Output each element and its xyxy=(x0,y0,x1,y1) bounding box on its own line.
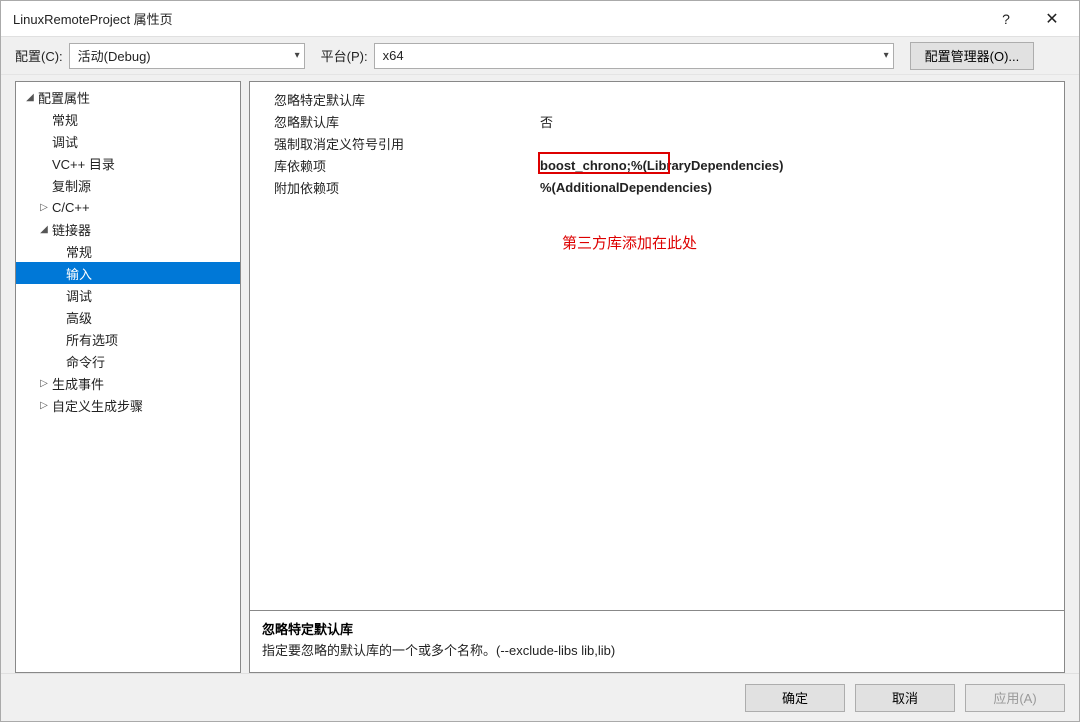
property-page-window: LinuxRemoteProject 属性页 ? ✕ 配置(C): 活动(Deb… xyxy=(0,0,1080,722)
tree-item-linker-general[interactable]: 常规 xyxy=(16,240,240,262)
tree-item-linker-advanced[interactable]: 高级 xyxy=(16,306,240,328)
caret-down-icon: ◢ xyxy=(38,224,50,235)
prop-row-additional-deps[interactable]: 附加依赖项 %(AdditionalDependencies) xyxy=(250,176,1064,198)
prop-row-force-undef[interactable]: 强制取消定义符号引用 xyxy=(250,132,1064,154)
tree-item-copy-source[interactable]: 复制源 xyxy=(16,174,240,196)
apply-button[interactable]: 应用(A) xyxy=(965,684,1065,712)
description-title: 忽略特定默认库 xyxy=(262,619,1052,638)
main-area: ◢配置属性 常规 调试 VC++ 目录 复制源 ▷C/C++ ◢链接器 常规 输… xyxy=(1,75,1079,673)
tree-item-linker-all[interactable]: 所有选项 xyxy=(16,328,240,350)
annotation-text: 第三方库添加在此处 xyxy=(562,232,697,253)
tree-item-ccpp[interactable]: ▷C/C++ xyxy=(16,196,240,218)
tree-item-linker-cmdline[interactable]: 命令行 xyxy=(16,350,240,372)
window-title: LinuxRemoteProject 属性页 xyxy=(13,9,983,28)
platform-label: 平台(P): xyxy=(321,46,368,65)
platform-value: x64 xyxy=(383,48,878,63)
chevron-down-icon: ▾ xyxy=(884,50,889,61)
prop-row-ignore-specific[interactable]: 忽略特定默认库 xyxy=(250,88,1064,110)
tree-item-linker-input[interactable]: 输入 xyxy=(16,262,240,284)
right-panel: 忽略特定默认库 忽略默认库 否 强制取消定义符号引用 库依赖项 boost_ch… xyxy=(249,81,1065,673)
tree-item-vcpp-dirs[interactable]: VC++ 目录 xyxy=(16,152,240,174)
platform-dropdown[interactable]: x64 ▾ xyxy=(374,43,894,69)
tree-item-custom-build[interactable]: ▷自定义生成步骤 xyxy=(16,394,240,416)
config-dropdown[interactable]: 活动(Debug) ▾ xyxy=(69,43,305,69)
tree-item-linker-debug[interactable]: 调试 xyxy=(16,284,240,306)
config-manager-button[interactable]: 配置管理器(O)... xyxy=(910,42,1035,70)
ok-button[interactable]: 确定 xyxy=(745,684,845,712)
description-text: 指定要忽略的默认库的一个或多个名称。(--exclude-libs lib,li… xyxy=(262,640,1052,659)
prop-row-lib-deps[interactable]: 库依赖项 boost_chrono;%(LibraryDependencies) xyxy=(250,154,1064,176)
footer: 确定 取消 应用(A) xyxy=(1,673,1079,721)
caret-down-icon: ◢ xyxy=(24,92,36,103)
prop-row-ignore-default[interactable]: 忽略默认库 否 xyxy=(250,110,1064,132)
caret-right-icon: ▷ xyxy=(38,202,50,213)
help-button[interactable]: ? xyxy=(983,4,1029,34)
tree-item-build-events[interactable]: ▷生成事件 xyxy=(16,372,240,394)
tree-item-linker[interactable]: ◢链接器 xyxy=(16,218,240,240)
category-tree[interactable]: ◢配置属性 常规 调试 VC++ 目录 复制源 ▷C/C++ ◢链接器 常规 输… xyxy=(15,81,241,673)
titlebar: LinuxRemoteProject 属性页 ? ✕ xyxy=(1,1,1079,37)
description-panel: 忽略特定默认库 指定要忽略的默认库的一个或多个名称。(--exclude-lib… xyxy=(249,611,1065,673)
chevron-down-icon: ▾ xyxy=(295,50,300,61)
lib-deps-value: boost_chrono;%(LibraryDependencies) xyxy=(540,158,1064,173)
property-grid: 忽略特定默认库 忽略默认库 否 强制取消定义符号引用 库依赖项 boost_ch… xyxy=(249,81,1065,611)
config-row: 配置(C): 活动(Debug) ▾ 平台(P): x64 ▾ 配置管理器(O)… xyxy=(1,37,1079,75)
close-button[interactable]: ✕ xyxy=(1029,4,1075,34)
cancel-button[interactable]: 取消 xyxy=(855,684,955,712)
config-value: 活动(Debug) xyxy=(78,46,289,65)
tree-item-debug[interactable]: 调试 xyxy=(16,130,240,152)
config-label: 配置(C): xyxy=(15,46,63,65)
tree-root[interactable]: ◢配置属性 xyxy=(16,86,240,108)
caret-right-icon: ▷ xyxy=(38,378,50,389)
titlebar-controls: ? ✕ xyxy=(983,4,1075,34)
tree-item-general[interactable]: 常规 xyxy=(16,108,240,130)
caret-right-icon: ▷ xyxy=(38,400,50,411)
